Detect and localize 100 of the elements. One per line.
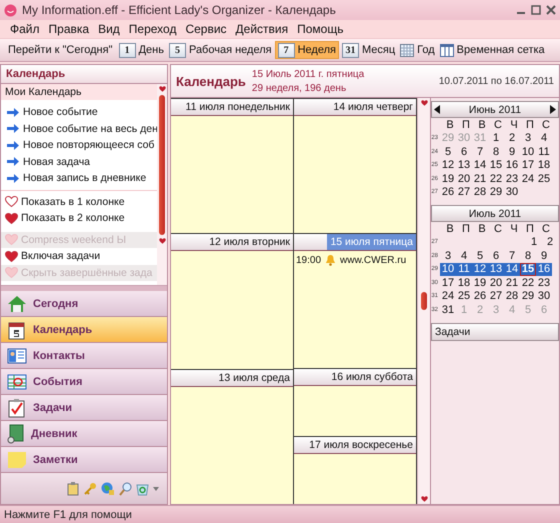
action-link[interactable]: Новое событие [23,106,98,118]
day-cell[interactable]: 15 июля пятница 19:00 www.CWER.ru [294,233,416,368]
toolbar-button[interactable]: Год [398,41,437,59]
calendar-day[interactable]: 5 [472,249,488,262]
calendar-day[interactable]: 24 [440,290,456,303]
menu-item[interactable]: Вид [98,22,120,36]
calendar-day[interactable]: 29 [520,290,536,303]
option-label[interactable]: Включая задачи [21,250,100,262]
calendar-day[interactable]: 26 [472,290,488,303]
option-label[interactable]: Показать в 1 колонке [21,196,125,208]
heart-icon[interactable] [5,196,18,208]
dropdown-icon[interactable] [153,486,159,490]
day-cell[interactable]: 16 июля суббота [294,368,416,436]
calendar-day[interactable]: 8 [488,145,504,158]
calendar-day[interactable]: 14 [504,262,520,276]
calendar-day[interactable]: 3 [520,132,536,145]
menu-item[interactable]: Помощь [297,22,344,36]
calendar-day[interactable]: 16 [536,262,552,276]
calendar-day[interactable]: 1 [526,236,542,249]
menu-item[interactable]: Действия [236,22,288,36]
calendar-day[interactable]: 22 [520,276,536,290]
menu-item[interactable]: Переход [128,22,176,36]
close-icon[interactable] [546,5,556,15]
day-cell[interactable]: 13 июля среда [171,368,293,504]
toolbar-button[interactable]: 7 Неделя [274,41,339,59]
action-link[interactable]: Новое повторяющееся соб [23,139,154,152]
calendar-day[interactable]: 31 [440,303,456,316]
heart-icon[interactable] [5,250,18,262]
calendar-day[interactable]: 21 [504,276,520,290]
calendar-day[interactable]: 12 [472,262,488,276]
calendar-day[interactable]: 7 [504,249,520,262]
calendar-day[interactable]: 12 [440,158,456,172]
toolbar-button[interactable]: 5 Рабочая неделя [166,41,274,59]
nav-button[interactable]: Дневник [1,421,167,447]
calendar-day[interactable]: 25 [536,172,552,186]
calendar-day[interactable]: 16 [504,158,520,172]
calendar-day[interactable]: 30 [504,186,520,199]
calendar-day[interactable]: 1 [488,132,504,145]
menu-item[interactable]: Правка [48,22,90,36]
calendar-day[interactable]: 15 [488,158,504,172]
calendar-day[interactable]: 25 [456,290,472,303]
calendar-day[interactable]: 28 [472,186,488,199]
calendar-day[interactable]: 13 [488,262,504,276]
scrollbar[interactable] [157,84,167,285]
day-cell[interactable]: 17 июля воскресенье [294,436,416,504]
calendar-day[interactable]: 29 [488,186,504,199]
calendar-day[interactable]: 11 [456,262,472,276]
calendar-day[interactable]: 3 [440,249,456,262]
toolbar-button[interactable]: Временная сетка [438,41,547,59]
maximize-icon[interactable] [531,5,541,15]
menu-item[interactable]: Файл [10,22,40,36]
calendar-day[interactable]: 22 [488,172,504,186]
previous-month-icon[interactable] [434,105,440,114]
calendar-day[interactable]: 17 [520,158,536,172]
day-cell[interactable]: 14 июля четверг [294,98,416,233]
nav-button[interactable]: События [1,369,167,395]
next-month-icon[interactable] [550,105,556,114]
calendar-day[interactable]: 30 [536,290,552,303]
clipboard-icon[interactable] [67,482,80,496]
action-link[interactable]: Новая задача [23,156,90,168]
calendar-day[interactable]: 26 [440,186,456,199]
calendar-day[interactable]: 9 [536,249,552,262]
calendar-day[interactable]: 11 [536,145,552,158]
nav-button[interactable]: Заметки [1,447,167,473]
calendar-day[interactable]: 8 [520,249,536,262]
calendar-day[interactable]: 20 [456,172,472,186]
toolbar-button[interactable]: Перейти к "Сегодня" [6,41,114,59]
calendar-day[interactable]: 7 [472,145,488,158]
calendar-day[interactable]: 6 [456,145,472,158]
calendar-day[interactable]: 13 [456,158,472,172]
calendar-day[interactable]: 28 [504,290,520,303]
toolbar-button[interactable]: 1 День [116,41,166,59]
event-title[interactable]: www.CWER.ru [340,254,406,266]
heart-icon[interactable] [5,212,18,224]
calendar-day[interactable]: 10 [440,262,456,276]
calendar-day[interactable]: 5 [440,145,456,158]
nav-button[interactable]: Задачи [1,395,167,421]
globe-lock-icon[interactable] [101,482,115,496]
nav-button[interactable]: Сегодня [1,291,167,317]
calendar-day[interactable]: 18 [456,276,472,290]
calendar-day[interactable]: 21 [472,172,488,186]
action-link[interactable]: Новая запись в дневнике [23,172,146,184]
toolbar-button[interactable]: 31 Месяц [340,41,398,59]
nav-button[interactable]: Календарь [1,317,167,343]
scrollbar-thumb[interactable] [421,292,427,310]
calendar-day[interactable]: 9 [504,145,520,158]
calendar-day[interactable]: 27 [488,290,504,303]
calendar-day[interactable]: 23 [504,172,520,186]
calendar-day[interactable]: 4 [456,249,472,262]
calendar-day[interactable]: 14 [472,158,488,172]
nav-button[interactable]: Контакты [1,343,167,369]
calendar-day[interactable]: 6 [488,249,504,262]
scrollbar[interactable] [417,98,430,504]
calendar-day[interactable]: 4 [536,132,552,145]
calendar-day[interactable]: 19 [472,276,488,290]
action-link[interactable]: Новое событие на весь ден [23,122,158,135]
calendar-day[interactable]: 2 [504,132,520,145]
calendar-day[interactable]: 27 [456,186,472,199]
search-icon[interactable] [119,482,132,496]
calendar-day[interactable]: 18 [536,158,552,172]
